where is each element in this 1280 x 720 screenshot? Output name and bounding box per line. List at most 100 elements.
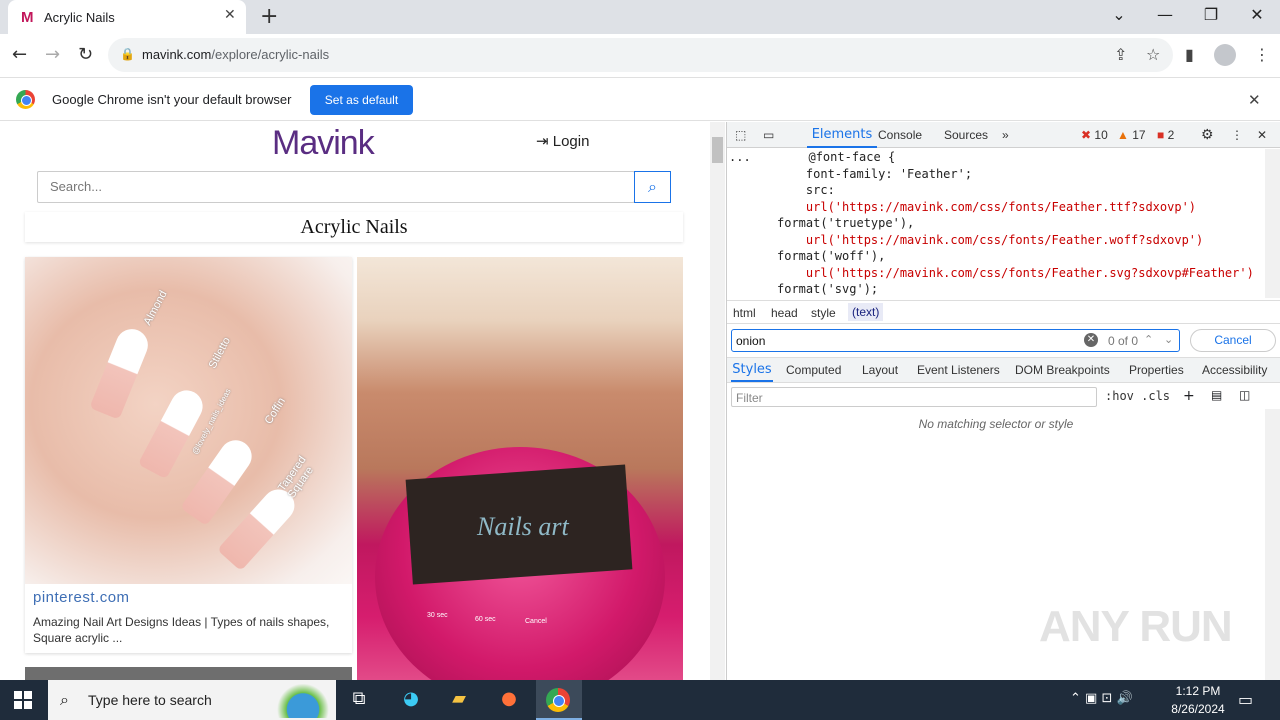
nails-art-text: Nails art — [477, 512, 569, 541]
url-text[interactable]: mavink.com/explore/acrylic-nails — [142, 47, 329, 62]
profile-icon[interactable] — [1214, 44, 1236, 66]
system-tray-icons[interactable]: ⌃ ▣ ⊡ 🔊 — [1070, 691, 1133, 706]
hov-cls-toggles[interactable]: :hov .cls — [1105, 389, 1170, 403]
close-window-button[interactable]: ✕ — [1242, 5, 1272, 24]
sidepanel-icon[interactable]: ▮ — [1185, 45, 1194, 64]
firefox-icon[interactable]: ● — [496, 688, 522, 712]
tab-accessibility[interactable]: Accessibility — [1202, 363, 1267, 377]
site-logo-text: Mavink — [272, 124, 375, 162]
new-style-rule-icon[interactable]: + — [1183, 388, 1195, 404]
code-text: url('https://mavink.com/css/fonts/Feathe… — [777, 232, 1204, 247]
tab-layout[interactable]: Layout — [862, 363, 898, 377]
new-tab-button[interactable]: + — [260, 4, 278, 29]
clock-date[interactable]: 8/26/2024 — [1160, 702, 1236, 716]
nail-lamp-image[interactable]: Nails art 30 sec 60 sec Cancel — [357, 257, 683, 680]
share-icon[interactable]: ⇪ — [1114, 45, 1127, 64]
sidebar-toggle-icon[interactable]: ◫ — [1239, 388, 1250, 402]
search-icon: ⌕ — [648, 177, 657, 196]
notification-icon[interactable]: ▭ — [1238, 690, 1253, 709]
errors-badge[interactable]: ✖ 10 — [1081, 128, 1108, 142]
elements-code-view[interactable]: ... @font-face { font-family: 'Feather';… — [727, 149, 1265, 298]
styles-filter-input[interactable]: Filter — [731, 387, 1097, 407]
infobar-close-icon[interactable]: ✕ — [1248, 91, 1261, 109]
issues-badge[interactable]: ■ 2 — [1157, 128, 1174, 142]
tab-properties[interactable]: Properties — [1129, 363, 1184, 377]
tab-sources[interactable]: Sources — [944, 128, 988, 142]
lamp-label-30: 30 sec — [427, 612, 448, 619]
star-icon[interactable]: ☆ — [1146, 45, 1160, 64]
taskbar-search-box[interactable]: ⌕ Type here to search — [48, 680, 336, 720]
tab-title: Acrylic Nails — [44, 10, 115, 25]
tab-computed[interactable]: Computed — [786, 363, 841, 377]
set-as-default-button[interactable]: Set as default — [310, 85, 413, 115]
lamp-label-60: 60 sec — [475, 616, 496, 623]
cancel-button[interactable]: Cancel — [1190, 329, 1276, 352]
warning-icon: ▲ — [1117, 128, 1129, 142]
tab-search-icon[interactable]: ⌄ — [1104, 5, 1134, 24]
find-value: onion — [736, 334, 766, 348]
device-toolbar-icon[interactable]: ▭ — [763, 128, 774, 142]
nail-shapes-image[interactable]: Almond Stiletto Coffin Tapered Square @l… — [25, 257, 352, 584]
browser-tab[interactable]: M Acrylic Nails ✕ — [8, 0, 246, 34]
tab-dom-breakpoints[interactable]: DOM Breakpoints — [1015, 363, 1110, 377]
page-scrollbar[interactable] — [710, 122, 725, 680]
find-count: 0 of 0 — [1108, 334, 1139, 348]
nail-almond — [89, 324, 153, 420]
code-scrollbar[interactable] — [1265, 149, 1280, 298]
lock-icon[interactable]: 🔒 — [120, 47, 135, 61]
more-tabs-icon[interactable]: » — [1002, 128, 1009, 142]
styles-scrollbar[interactable] — [1265, 409, 1280, 680]
clock-time[interactable]: 1:12 PM — [1168, 684, 1228, 698]
issue-icon: ■ — [1157, 128, 1165, 142]
login-label: Login — [552, 133, 590, 150]
result-card[interactable]: Nails art 30 sec 60 sec Cancel — [357, 257, 683, 680]
crumb-style[interactable]: style — [811, 306, 836, 320]
site-logo[interactable]: Mavink — [272, 124, 375, 163]
tab-close-icon[interactable]: ✕ — [224, 7, 236, 23]
code-line: url('https://mavink.com/css/fonts/Feathe… — [727, 265, 1265, 282]
devtools-close-icon[interactable]: ✕ — [1257, 128, 1267, 142]
tab-event-listeners[interactable]: Event Listeners — [917, 363, 1000, 377]
address-bar[interactable]: 🔒 mavink.com/explore/acrylic-nails — [108, 38, 1173, 72]
minimize-button[interactable]: — — [1150, 5, 1180, 24]
tab-console[interactable]: Console — [878, 128, 922, 142]
devtools-menu-icon[interactable]: ⋮ — [1231, 128, 1243, 142]
task-view-icon[interactable]: ⧉ — [346, 688, 372, 712]
element-state-icon[interactable]: ▤ — [1211, 388, 1222, 402]
card-source[interactable]: pinterest.com — [33, 589, 130, 606]
collapsed-ellipsis: ... — [729, 150, 751, 164]
nail-stiletto — [137, 384, 209, 480]
result-card[interactable]: Almond Stiletto Coffin Tapered Square @l… — [25, 257, 352, 653]
inspect-icon[interactable]: ⬚ — [735, 128, 746, 142]
tab-styles[interactable]: Styles — [731, 358, 773, 382]
label-stiletto: Stiletto — [206, 335, 234, 371]
menu-icon[interactable]: ⋮ — [1254, 45, 1270, 64]
crumb-head[interactable]: head — [771, 306, 798, 320]
find-prev-icon[interactable]: ⌃ — [1144, 333, 1153, 346]
clear-search-icon[interactable]: ✕ — [1084, 333, 1098, 347]
page-scrollbar-thumb[interactable] — [712, 137, 723, 163]
warnings-badge[interactable]: ▲ 17 — [1117, 128, 1146, 142]
find-next-icon[interactable]: ⌄ — [1164, 333, 1173, 346]
crumb-html[interactable]: html — [733, 306, 756, 320]
forward-button[interactable]: → — [45, 44, 60, 65]
breadcrumb: html head style (text) — [727, 300, 1280, 324]
chrome-icon — [546, 688, 570, 712]
restore-button[interactable]: ❐ — [1196, 5, 1226, 24]
card-caption[interactable]: Amazing Nail Art Designs Ideas | Types o… — [33, 614, 333, 646]
result-card[interactable] — [25, 667, 352, 680]
edge-icon[interactable]: ◕ — [398, 688, 424, 712]
find-input[interactable]: onion ✕ 0 of 0 ⌃ ⌄ — [731, 329, 1180, 352]
code-text: @font-face { — [808, 150, 896, 164]
search-button[interactable]: ⌕ — [634, 171, 671, 203]
login-link[interactable]: ⇥ Login — [536, 132, 589, 150]
settings-gear-icon[interactable]: ⚙ — [1201, 126, 1214, 143]
start-button[interactable] — [14, 691, 32, 709]
code-text: url('https://mavink.com/css/fonts/Feathe… — [777, 265, 1254, 280]
file-explorer-icon[interactable]: ▰ — [446, 688, 472, 712]
reload-button[interactable]: ↻ — [78, 44, 93, 65]
site-search-input[interactable]: Search... — [37, 171, 635, 203]
crumb-text[interactable]: (text) — [848, 303, 884, 321]
tab-elements[interactable]: Elements — [807, 122, 877, 148]
back-button[interactable]: ← — [12, 44, 27, 65]
